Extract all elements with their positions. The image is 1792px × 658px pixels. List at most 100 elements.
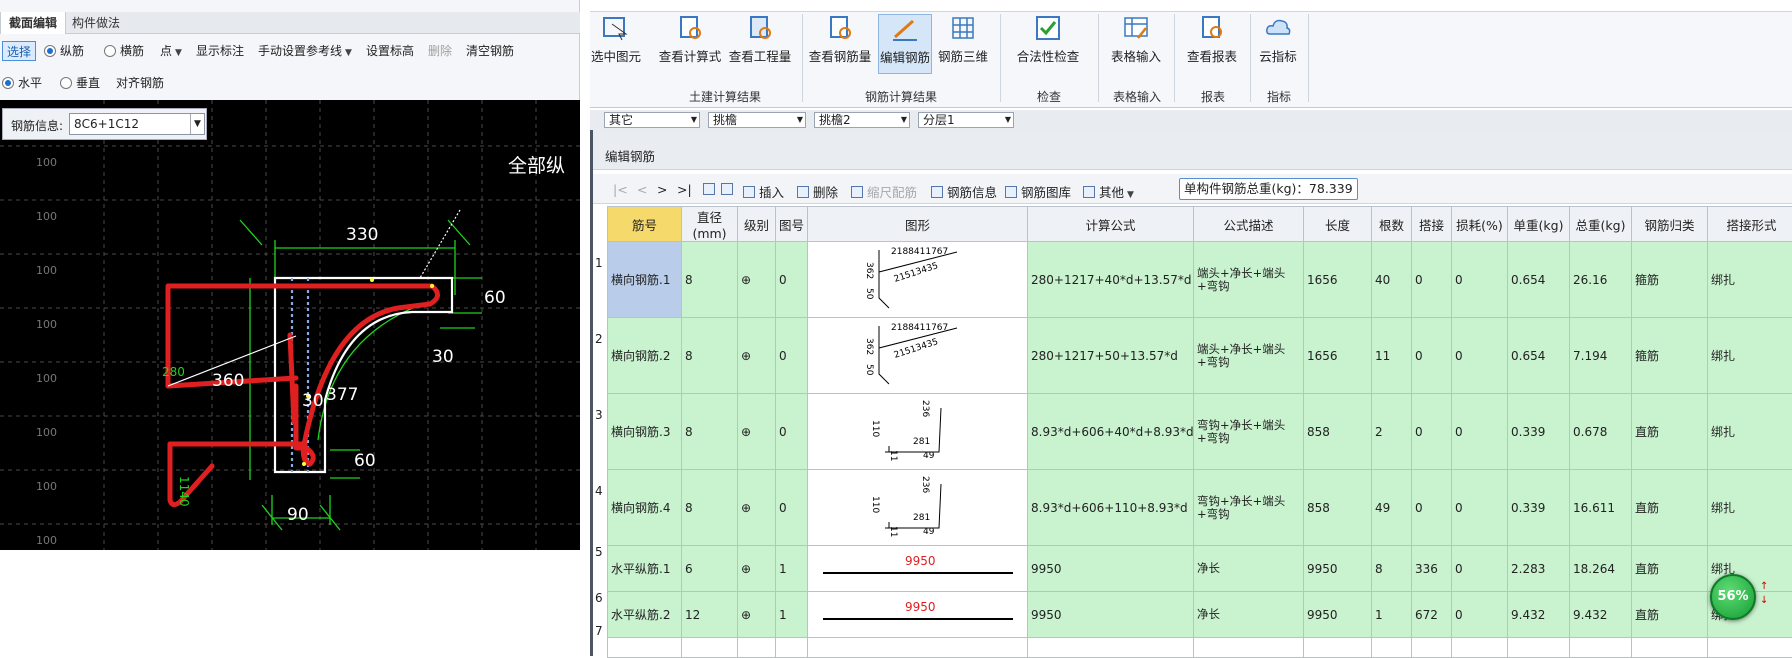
cell-name[interactable]: 水平纵筋.2 — [608, 592, 682, 638]
cell-lap[interactable]: 0 — [1412, 318, 1452, 394]
radio-transverse[interactable]: 横筋 — [104, 41, 144, 61]
cell-length[interactable]: 9950 — [1304, 546, 1372, 592]
empty-cell[interactable] — [1632, 638, 1708, 658]
cell-formula[interactable]: 9950 — [1028, 546, 1194, 592]
cell-unit-w[interactable]: 0.339 — [1508, 394, 1570, 470]
cell-loss[interactable]: 0 — [1452, 592, 1508, 638]
cell-lap[interactable]: 0 — [1412, 470, 1452, 546]
cell-dia[interactable]: 8 — [682, 470, 738, 546]
cell-total-w[interactable]: 18.264 — [1570, 546, 1632, 592]
legality-check-button[interactable]: 合法性检查 — [1008, 14, 1088, 74]
cell-loss[interactable]: 0 — [1452, 394, 1508, 470]
edit-rebar-button[interactable]: 编辑钢筋 — [878, 14, 932, 74]
cell-desc[interactable]: 端头+净长+端头+弯钩 — [1194, 242, 1304, 318]
cell-lap[interactable]: 336 — [1412, 546, 1452, 592]
cell-grade[interactable]: ⊕ — [738, 394, 776, 470]
cell-fig[interactable]: 0 — [776, 318, 808, 394]
cell-dia[interactable]: 12 — [682, 592, 738, 638]
scale-rebar-button[interactable]: 缩尺配筋 — [851, 182, 917, 201]
table-input-button[interactable]: 表格输入 — [1104, 14, 1168, 74]
delete-button[interactable]: 删除 — [428, 41, 452, 61]
empty-cell[interactable] — [1508, 638, 1570, 658]
filter-dropdown[interactable]: 其它▼ — [604, 112, 700, 128]
col-header[interactable]: 长度 — [1304, 207, 1372, 242]
last-button[interactable]: >| — [677, 182, 692, 197]
cell-count[interactable]: 1 — [1372, 592, 1412, 638]
col-header[interactable]: 搭接 — [1412, 207, 1452, 242]
cell-total-w[interactable]: 7.194 — [1570, 318, 1632, 394]
col-header[interactable]: 搭接形式 — [1708, 207, 1792, 242]
cell-length[interactable]: 9950 — [1304, 592, 1372, 638]
empty-cell[interactable] — [776, 638, 808, 658]
show-annotation-button[interactable]: 显示标注 — [196, 41, 244, 61]
tab-component-method[interactable]: 构件做法 — [64, 12, 128, 34]
table-row[interactable]: 水平纵筋.212⊕199509950净长9950167209.4329.432直… — [608, 592, 1792, 638]
col-header[interactable]: 损耗(%) — [1452, 207, 1508, 242]
rebar-shape-cell[interactable]: 1102362814911 — [808, 394, 1028, 470]
cell-dia[interactable]: 8 — [682, 242, 738, 318]
cell-lap-type[interactable]: 绑扎 — [1708, 470, 1792, 546]
table-row[interactable]: 横向钢筋.38⊕011023628149118.93*d+606+40*d+8.… — [608, 394, 1792, 470]
cell-category[interactable]: 直筋 — [1632, 394, 1708, 470]
cell-desc[interactable]: 端头+净长+端头+弯钩 — [1194, 318, 1304, 394]
rebar-3d-button[interactable]: 钢筋三维 — [936, 14, 990, 74]
filter-dropdown[interactable]: 分层1▼ — [918, 112, 1014, 128]
cell-unit-w[interactable]: 0.339 — [1508, 470, 1570, 546]
first-button[interactable]: |< — [613, 182, 628, 197]
cell-count[interactable]: 11 — [1372, 318, 1412, 394]
cell-length[interactable]: 1656 — [1304, 318, 1372, 394]
progress-badge[interactable]: 56% — [1710, 574, 1756, 620]
col-header[interactable]: 图形 — [808, 207, 1028, 242]
col-header[interactable]: 根数 — [1372, 207, 1412, 242]
rebar-shape-cell[interactable]: 1102362814911 — [808, 470, 1028, 546]
drawing-canvas[interactable]: 100 100 100 100 100 100 100 100 — [0, 100, 580, 550]
move-up-icon[interactable] — [703, 182, 719, 197]
manual-ref-line-dropdown[interactable]: 手动设置参考线▼ — [258, 41, 352, 61]
empty-cell[interactable] — [1708, 638, 1792, 658]
col-header[interactable]: 公式描述 — [1194, 207, 1304, 242]
cell-desc[interactable]: 净长 — [1194, 546, 1304, 592]
rebar-library-button[interactable]: 钢筋图库 — [1005, 182, 1071, 201]
cell-grade[interactable]: ⊕ — [738, 470, 776, 546]
cell-lap-type[interactable]: 绑扎 — [1708, 394, 1792, 470]
rebar-shape-cell[interactable]: 36221884117675021513435 — [808, 242, 1028, 318]
table-row[interactable]: 横向钢筋.28⊕036221884117675021513435280+1217… — [608, 318, 1792, 394]
col-header[interactable]: 图号 — [776, 207, 808, 242]
prev-button[interactable]: < — [637, 182, 647, 197]
col-header[interactable]: 总重(kg) — [1570, 207, 1632, 242]
next-button[interactable]: > — [657, 182, 667, 197]
cell-loss[interactable]: 0 — [1452, 242, 1508, 318]
cell-lap-type[interactable]: 绑扎 — [1708, 242, 1792, 318]
cell-lap[interactable]: 0 — [1412, 394, 1452, 470]
cell-dia[interactable]: 8 — [682, 394, 738, 470]
set-elevation-button[interactable]: 设置标高 — [366, 41, 414, 61]
rebar-shape-cell[interactable]: 36221884117675021513435 — [808, 318, 1028, 394]
empty-cell[interactable] — [1028, 638, 1194, 658]
cell-formula[interactable]: 9950 — [1028, 592, 1194, 638]
cell-fig[interactable]: 1 — [776, 592, 808, 638]
cell-length[interactable]: 858 — [1304, 394, 1372, 470]
rebar-shape-cell[interactable]: 9950 — [808, 592, 1028, 638]
cell-desc[interactable]: 弯钩+净长+端头+弯钩 — [1194, 470, 1304, 546]
view-report-button[interactable]: 查看报表 — [1180, 14, 1244, 74]
table-row[interactable]: 水平纵筋.16⊕199509950净长9950833602.28318.264直… — [608, 546, 1792, 592]
empty-cell[interactable] — [682, 638, 738, 658]
view-quantity-button[interactable]: 查看工程量 — [728, 14, 792, 74]
cell-unit-w[interactable]: 0.654 — [1508, 242, 1570, 318]
rebar-table[interactable]: 筋号 直径(mm) 级别 图号 图形 计算公式 公式描述 长度 根数 搭接 损耗… — [607, 206, 1792, 658]
cell-name[interactable]: 横向钢筋.4 — [608, 470, 682, 546]
cell-total-w[interactable]: 16.611 — [1570, 470, 1632, 546]
cell-fig[interactable]: 0 — [776, 470, 808, 546]
cell-count[interactable]: 8 — [1372, 546, 1412, 592]
cell-category[interactable]: 箍筋 — [1632, 318, 1708, 394]
cell-desc[interactable]: 净长 — [1194, 592, 1304, 638]
cell-name[interactable]: 横向钢筋.1 — [608, 242, 682, 318]
cell-count[interactable]: 40 — [1372, 242, 1412, 318]
cell-grade[interactable]: ⊕ — [738, 546, 776, 592]
cell-name[interactable]: 横向钢筋.2 — [608, 318, 682, 394]
cell-count[interactable]: 2 — [1372, 394, 1412, 470]
cloud-index-button[interactable]: 云指标 — [1256, 14, 1300, 74]
select-button[interactable]: 选择 — [2, 41, 36, 61]
col-header[interactable]: 筋号 — [608, 207, 682, 242]
empty-cell[interactable] — [808, 638, 1028, 658]
